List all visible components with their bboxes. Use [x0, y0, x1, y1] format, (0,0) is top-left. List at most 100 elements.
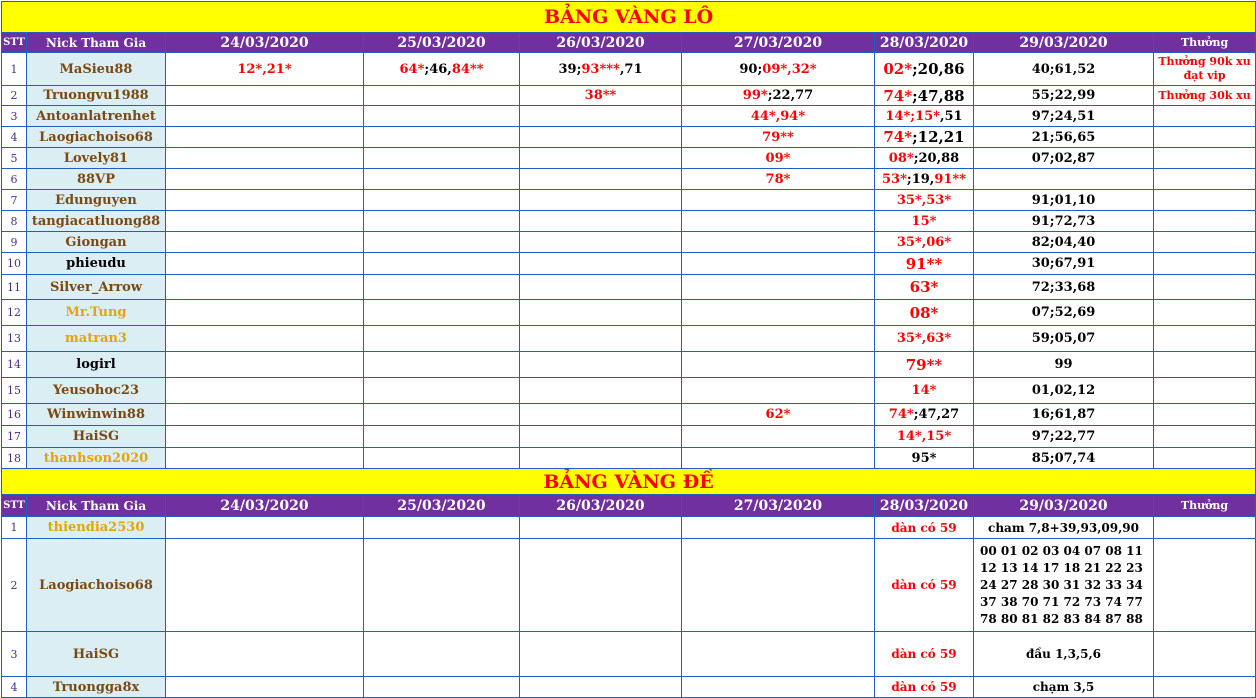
table-row: 7 Edunguyen 35*,53* 91;01,10	[1, 189, 1256, 211]
cell-date-1	[165, 447, 364, 469]
cell-date-2	[363, 325, 520, 352]
row-number: 1	[1, 52, 27, 86]
cell-date-1	[165, 425, 364, 448]
cell-date-1	[165, 85, 364, 106]
cell-date-2	[363, 676, 520, 698]
cell-date-6: 01,02,12	[973, 377, 1154, 404]
header-date-1: 24/03/2020	[165, 32, 364, 53]
nick-name: HaiSG	[26, 425, 166, 448]
cell-date-4: 62*	[681, 403, 875, 426]
table-row: 6 88VP 78* 53*;19,91**	[1, 168, 1256, 190]
table-row: 18 thanhson2020 95* 85;07,74	[1, 447, 1256, 469]
black-value: ;20,86	[912, 60, 965, 78]
cell-date-3	[519, 168, 682, 190]
nick-name: Laogiachoiso68	[26, 538, 166, 632]
cell-date-2	[363, 516, 520, 539]
cell-date-2	[363, 274, 520, 300]
nick-name: Laogiachoiso68	[26, 126, 166, 148]
row-number: 9	[1, 231, 27, 253]
table-row: 3 Antoanlatrenhet 44*,94* 14*;15*,51 97;…	[1, 105, 1256, 127]
cell-date-2	[363, 168, 520, 190]
cell-date-1	[165, 252, 364, 275]
table-row: 1 thiendia2530 dàn có 59 cham 7,8+39,93,…	[1, 516, 1256, 539]
cell-date-5: dàn có 59	[874, 676, 974, 698]
cell-date-5: 15*	[874, 210, 974, 232]
cell-date-6: 59;05,07	[973, 325, 1154, 352]
cell-date-1	[165, 168, 364, 190]
cell-date-5: 53*;19,91**	[874, 168, 974, 190]
cell-date-3	[519, 210, 682, 232]
black-value: ;20,88	[913, 150, 960, 166]
header-date-4: 27/03/2020	[681, 32, 875, 53]
cell-date-1	[165, 377, 364, 404]
cell-date-5: 08*	[874, 299, 974, 326]
cell-date-1	[165, 516, 364, 539]
nick-name: thanhson2020	[26, 447, 166, 469]
cell-date-2: 64*;46,84**	[363, 52, 520, 86]
cell-date-2	[363, 377, 520, 404]
cell-date-6: 40;61,52	[973, 52, 1154, 86]
red-value: 74*	[888, 407, 914, 422]
nick-name: Truongga8x	[26, 676, 166, 698]
table-row: 8 tangiacatluong88 15* 91;72,73	[1, 210, 1256, 232]
black-value: 95*	[911, 450, 937, 466]
header-date-1: 24/03/2020	[165, 494, 364, 517]
cell-date-1	[165, 351, 364, 378]
nick-name: logirl	[26, 351, 166, 378]
cell-date-4	[681, 425, 875, 448]
cell-date-5: dàn có 59	[874, 538, 974, 632]
table-row: 4 Laogiachoiso68 79** 74*;12,21 21;56,65	[1, 126, 1256, 148]
cell-date-3: 38**	[519, 85, 682, 106]
cell-date-6: 91;72,73	[973, 210, 1154, 232]
row-number: 13	[1, 325, 27, 352]
reward-cell: Thưởng 30k xu	[1152, 85, 1256, 106]
red-value: 12*,21*	[237, 61, 292, 77]
black-value: ;12,21	[912, 128, 965, 146]
reward-cell	[1152, 299, 1256, 326]
cell-date-5: 35*,06*	[874, 231, 974, 253]
cell-date-3	[519, 252, 682, 275]
table-row: 9 Giongan 35*,06* 82;04,40	[1, 231, 1256, 253]
cell-date-2	[363, 299, 520, 326]
nick-name: matran3	[26, 325, 166, 352]
cell-date-4	[681, 189, 875, 211]
table-row: 1 MaSieu88 12*,21* 64*;46,84** 39;93***,…	[1, 52, 1256, 86]
header-date-4: 27/03/2020	[681, 494, 875, 517]
cell-date-5: 14*	[874, 377, 974, 404]
table-row: 13 matran3 35*,63* 59;05,07	[1, 325, 1256, 352]
red-value: 09*	[765, 150, 791, 166]
reward-cell	[1152, 676, 1256, 698]
reward-cell	[1152, 231, 1256, 253]
red-value: 08*	[909, 303, 939, 322]
header-stt: STT	[1, 32, 27, 53]
cell-date-2	[363, 538, 520, 632]
cell-date-6: 07;52,69	[973, 299, 1154, 326]
red-value: 53*	[882, 171, 907, 187]
cell-date-5: 02*;20,86	[874, 52, 974, 86]
table-row: 10 phieudu 91** 30;67,91	[1, 252, 1256, 275]
nick-name: Winwinwin88	[26, 403, 166, 426]
table-row: 16 Winwinwin88 62* 74*;47,27 16;61,87	[1, 403, 1256, 426]
cell-date-6: 72;33,68	[973, 274, 1154, 300]
black-value: ;46,	[424, 61, 452, 77]
cell-date-1	[165, 274, 364, 300]
reward-cell	[1152, 538, 1256, 632]
cell-date-2	[363, 447, 520, 469]
cell-date-1	[165, 403, 364, 426]
cell-date-1	[165, 299, 364, 326]
nick-name: MaSieu88	[26, 52, 166, 86]
table-row: 11 Silver_Arrow 63* 72;33,68	[1, 274, 1256, 300]
red-value: 35*,53*	[896, 192, 952, 208]
cell-date-4	[681, 447, 875, 469]
table-row: 14 logirl 79** 99	[1, 351, 1256, 378]
cell-date-1	[165, 631, 364, 677]
cell-date-2	[363, 105, 520, 127]
table-row: 2 Truongvu1988 38** 99*;22,77 74*;47,88 …	[1, 85, 1256, 106]
lo-title: BẢNG VÀNG LÔ	[0, 1, 1256, 33]
cell-date-1	[165, 538, 364, 632]
reward-cell	[1152, 403, 1256, 426]
red-value: 14*,15*	[896, 429, 952, 444]
cell-date-6: 97;22,77	[973, 425, 1154, 448]
red-value: 02*	[883, 60, 913, 78]
cell-date-1	[165, 126, 364, 148]
